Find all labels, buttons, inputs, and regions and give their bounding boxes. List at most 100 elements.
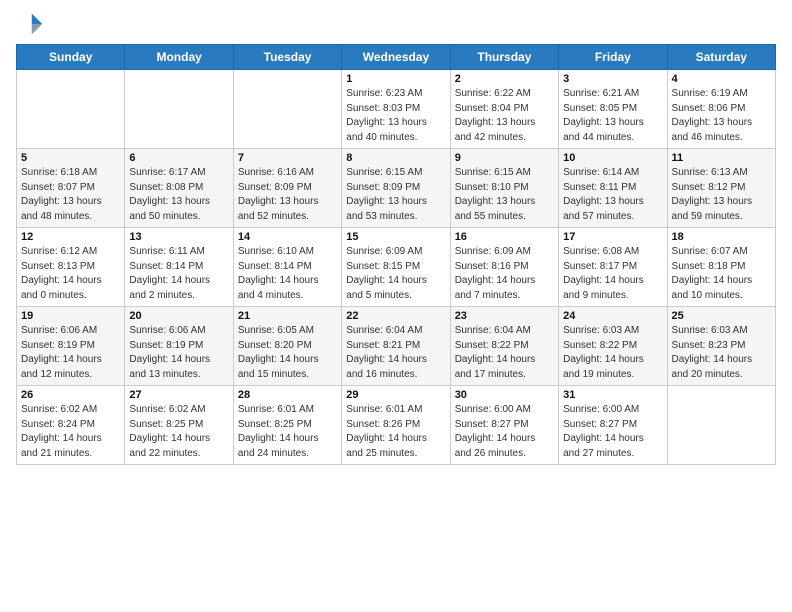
day-info-line: and 5 minutes. (346, 290, 412, 301)
day-info-line: Sunset: 8:27 PM (455, 419, 529, 430)
day-info-line: Sunrise: 6:07 AM (672, 246, 748, 257)
day-info: Sunrise: 6:15 AMSunset: 8:10 PMDaylight:… (455, 166, 554, 224)
day-number: 22 (346, 310, 445, 322)
calendar-table: SundayMondayTuesdayWednesdayThursdayFrid… (16, 44, 776, 465)
day-info-line: Sunrise: 6:08 AM (563, 246, 639, 257)
calendar-cell (125, 70, 233, 149)
day-info: Sunrise: 6:01 AMSunset: 8:25 PMDaylight:… (238, 403, 337, 461)
day-info-line: Sunrise: 6:04 AM (346, 325, 422, 336)
day-number: 25 (672, 310, 771, 322)
day-info-line: Daylight: 14 hours (346, 433, 427, 444)
calendar-cell (233, 70, 341, 149)
day-number: 30 (455, 389, 554, 401)
day-info-line: Sunrise: 6:12 AM (21, 246, 97, 257)
calendar-cell: 25Sunrise: 6:03 AMSunset: 8:23 PMDayligh… (667, 307, 775, 386)
calendar-cell: 10Sunrise: 6:14 AMSunset: 8:11 PMDayligh… (559, 149, 667, 228)
day-info-line: Sunset: 8:25 PM (238, 419, 312, 430)
day-info-line: Sunrise: 6:18 AM (21, 167, 97, 178)
day-info-line: and 24 minutes. (238, 448, 309, 459)
day-info-line: and 21 minutes. (21, 448, 92, 459)
day-info-line: Sunset: 8:09 PM (238, 182, 312, 193)
day-number: 6 (129, 152, 228, 164)
day-info-line: Sunrise: 6:13 AM (672, 167, 748, 178)
day-number: 14 (238, 231, 337, 243)
calendar-cell: 3Sunrise: 6:21 AMSunset: 8:05 PMDaylight… (559, 70, 667, 149)
day-info-line: Sunrise: 6:01 AM (346, 404, 422, 415)
calendar-cell: 19Sunrise: 6:06 AMSunset: 8:19 PMDayligh… (17, 307, 125, 386)
calendar-cell: 28Sunrise: 6:01 AMSunset: 8:25 PMDayligh… (233, 386, 341, 465)
day-info-line: Sunset: 8:04 PM (455, 103, 529, 114)
day-info-line: Daylight: 14 hours (129, 433, 210, 444)
day-info-line: Sunrise: 6:21 AM (563, 88, 639, 99)
day-info-line: Sunrise: 6:16 AM (238, 167, 314, 178)
calendar-cell: 24Sunrise: 6:03 AMSunset: 8:22 PMDayligh… (559, 307, 667, 386)
day-info-line: Sunset: 8:23 PM (672, 340, 746, 351)
day-info-line: Sunset: 8:17 PM (563, 261, 637, 272)
day-number: 15 (346, 231, 445, 243)
day-info-line: Daylight: 14 hours (455, 433, 536, 444)
calendar-header-row: SundayMondayTuesdayWednesdayThursdayFrid… (17, 45, 776, 70)
day-info: Sunrise: 6:16 AMSunset: 8:09 PMDaylight:… (238, 166, 337, 224)
calendar-cell: 2Sunrise: 6:22 AMSunset: 8:04 PMDaylight… (450, 70, 558, 149)
day-info-line: Sunrise: 6:11 AM (129, 246, 204, 257)
calendar-cell: 16Sunrise: 6:09 AMSunset: 8:16 PMDayligh… (450, 228, 558, 307)
calendar-cell: 31Sunrise: 6:00 AMSunset: 8:27 PMDayligh… (559, 386, 667, 465)
day-header-saturday: Saturday (667, 45, 775, 70)
day-info-line: and 40 minutes. (346, 132, 417, 143)
week-row-2: 12Sunrise: 6:12 AMSunset: 8:13 PMDayligh… (17, 228, 776, 307)
calendar-cell: 26Sunrise: 6:02 AMSunset: 8:24 PMDayligh… (17, 386, 125, 465)
day-info-line: Sunrise: 6:05 AM (238, 325, 314, 336)
day-info: Sunrise: 6:11 AMSunset: 8:14 PMDaylight:… (129, 245, 228, 303)
page: SundayMondayTuesdayWednesdayThursdayFrid… (0, 0, 792, 612)
day-info-line: Daylight: 14 hours (21, 354, 102, 365)
day-info-line: Sunset: 8:20 PM (238, 340, 312, 351)
calendar-cell: 17Sunrise: 6:08 AMSunset: 8:17 PMDayligh… (559, 228, 667, 307)
day-info-line: Sunset: 8:12 PM (672, 182, 746, 193)
day-info: Sunrise: 6:23 AMSunset: 8:03 PMDaylight:… (346, 87, 445, 145)
day-info-line: Daylight: 14 hours (455, 354, 536, 365)
day-number: 23 (455, 310, 554, 322)
day-info: Sunrise: 6:02 AMSunset: 8:24 PMDaylight:… (21, 403, 120, 461)
day-info-line: Sunrise: 6:17 AM (129, 167, 205, 178)
day-info-line: Sunset: 8:07 PM (21, 182, 95, 193)
day-info: Sunrise: 6:04 AMSunset: 8:21 PMDaylight:… (346, 324, 445, 382)
calendar-cell: 15Sunrise: 6:09 AMSunset: 8:15 PMDayligh… (342, 228, 450, 307)
day-info-line: Sunrise: 6:23 AM (346, 88, 422, 99)
day-info-line: and 19 minutes. (563, 369, 634, 380)
day-info-line: Sunset: 8:08 PM (129, 182, 203, 193)
calendar-cell (17, 70, 125, 149)
day-info-line: Sunset: 8:22 PM (563, 340, 637, 351)
day-info-line: Daylight: 14 hours (346, 354, 427, 365)
day-info-line: Sunset: 8:09 PM (346, 182, 420, 193)
day-number: 17 (563, 231, 662, 243)
calendar-cell: 23 Sunrise: 6:04 AMSunset: 8:22 PMDayligh… (450, 307, 558, 386)
week-row-0: 1Sunrise: 6:23 AMSunset: 8:03 PMDaylight… (17, 70, 776, 149)
day-info: Sunrise: 6:02 AMSunset: 8:25 PMDaylight:… (129, 403, 228, 461)
day-info-line: Sunrise: 6:02 AM (129, 404, 205, 415)
day-info-line: Sunrise: 6:03 AM (672, 325, 748, 336)
day-number: 10 (563, 152, 662, 164)
calendar-cell: 11Sunrise: 6:13 AMSunset: 8:12 PMDayligh… (667, 149, 775, 228)
day-header-monday: Monday (125, 45, 233, 70)
day-info: Sunrise: 6:10 AMSunset: 8:14 PMDaylight:… (238, 245, 337, 303)
day-info: Sunrise: 6:04 AMSunset: 8:22 PMDaylight:… (455, 324, 554, 382)
calendar-cell: 6Sunrise: 6:17 AMSunset: 8:08 PMDaylight… (125, 149, 233, 228)
day-info-line: Daylight: 14 hours (238, 354, 319, 365)
day-info-line: Daylight: 14 hours (238, 275, 319, 286)
calendar-cell: 5Sunrise: 6:18 AMSunset: 8:07 PMDaylight… (17, 149, 125, 228)
day-info-line: Sunrise: 6:09 AM (455, 246, 531, 257)
day-info-line: and 48 minutes. (21, 211, 92, 222)
day-info-line: Daylight: 13 hours (672, 196, 753, 207)
day-info-line: Sunset: 8:24 PM (21, 419, 95, 430)
day-info-line: Sunrise: 6:03 AM (563, 325, 639, 336)
day-info-line: Daylight: 14 hours (563, 433, 644, 444)
day-number: 16 (455, 231, 554, 243)
day-info-line: Sunset: 8:14 PM (238, 261, 312, 272)
day-info-line: Sunset: 8:05 PM (563, 103, 637, 114)
day-info-line: Sunset: 8:26 PM (346, 419, 420, 430)
day-info-line: Sunset: 8:06 PM (672, 103, 746, 114)
day-info-line: Sunset: 8:13 PM (21, 261, 95, 272)
calendar-cell: 1Sunrise: 6:23 AMSunset: 8:03 PMDaylight… (342, 70, 450, 149)
day-info: Sunrise: 6:06 AMSunset: 8:19 PMDaylight:… (129, 324, 228, 382)
day-info-line: Daylight: 14 hours (563, 354, 644, 365)
